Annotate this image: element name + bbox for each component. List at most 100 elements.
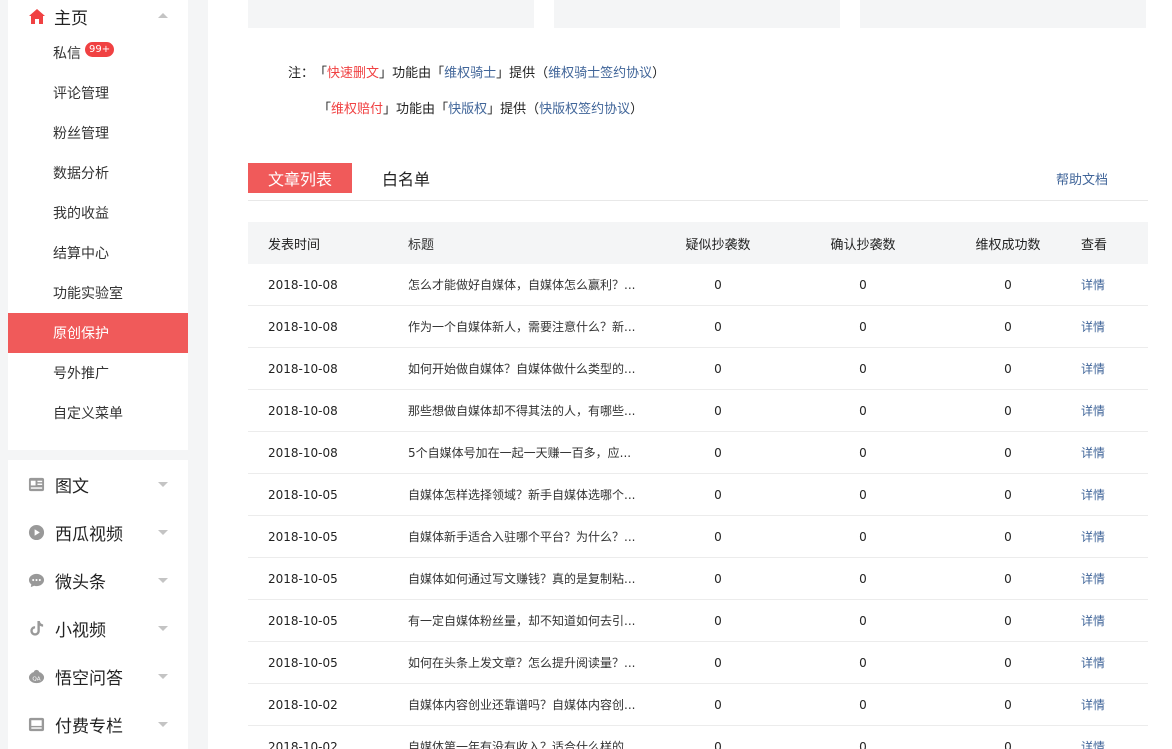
cell-success: 0 (1004, 613, 1012, 628)
sidebar-group[interactable]: 图文 (8, 460, 188, 508)
cell-suspected: 0 (714, 571, 722, 586)
cell-title: 有一定自媒体粉丝量，却不知道如何去引... (408, 614, 636, 628)
cell-date: 2018-10-05 (268, 529, 338, 544)
details-link[interactable]: 详情 (1078, 486, 1148, 503)
provider-weiquan-link[interactable]: 维权骑士 (444, 62, 496, 86)
sidebar-subitem[interactable]: 功能实验室 (8, 273, 188, 313)
table-row: 2018-10-08 作为一个自媒体新人，需要注意什么？新... 0 0 0 详情 (248, 306, 1148, 348)
note-text: 功能由 (396, 102, 436, 117)
details-link[interactable]: 详情 (1078, 570, 1148, 587)
header-view: 查看 (1081, 237, 1108, 253)
sidebar-subitem[interactable]: 粉丝管理 (8, 113, 188, 153)
details-link[interactable]: 详情 (1078, 612, 1148, 629)
cell-title: 那些想做自媒体却不得其法的人，有哪些... (408, 404, 636, 418)
help-docs-link[interactable]: 帮助文档 (1056, 163, 1108, 193)
cell-suspected: 0 (714, 739, 722, 749)
table-row: 2018-10-05 如何在头条上发文章？怎么提升阅读量？... 0 0 0 详情 (248, 642, 1148, 684)
cell-title: 自媒体内容创业还靠谱吗？自媒体内容创... (408, 698, 636, 712)
chevron-down-icon[interactable] (158, 578, 168, 583)
sidebar-subitem[interactable]: 号外推广 (8, 353, 188, 393)
details-link[interactable]: 详情 (1078, 738, 1148, 749)
cell-success: 0 (1004, 361, 1012, 376)
details-link[interactable]: 详情 (1078, 696, 1148, 713)
music-note-icon (27, 619, 45, 637)
sidebar-group[interactable]: 小视频 (8, 604, 188, 652)
bracket: 「 (435, 102, 449, 117)
sidebar-group[interactable]: QA 悟空问答 (8, 652, 188, 700)
sidebar-group[interactable]: 付费专栏 (8, 700, 188, 748)
cell-confirmed: 0 (859, 361, 867, 376)
sidebar-subitem-label: 我的收益 (53, 206, 109, 222)
tabs: 文章列表 白名单 帮助文档 (248, 163, 1148, 193)
chevron-down-icon[interactable] (158, 722, 168, 727)
table-row: 2018-10-05 自媒体如何通过写文赚钱？真的是复制粘... 0 0 0 详情 (248, 558, 1148, 600)
cell-success: 0 (1004, 529, 1012, 544)
sidebar-subitem-label: 自定义菜单 (53, 406, 123, 422)
table-row: 2018-10-05 自媒体新手适合入驻哪个平台？为什么？... 0 0 0 详情 (248, 516, 1148, 558)
cell-date: 2018-10-08 (268, 403, 338, 418)
cell-date: 2018-10-05 (268, 571, 338, 586)
cell-confirmed: 0 (859, 445, 867, 460)
sidebar-subitem[interactable]: 我的收益 (8, 193, 188, 233)
feature-quick-delete-link[interactable]: 快速删文 (327, 62, 379, 86)
chevron-down-icon[interactable] (158, 482, 168, 487)
cell-confirmed: 0 (859, 529, 867, 544)
cell-confirmed: 0 (859, 277, 867, 292)
details-link[interactable]: 详情 (1078, 444, 1148, 461)
notes: 注： 「快速删文」功能由「维权骑士」提供（维权骑士签约协议） 「维权赔付」功能由… (288, 62, 665, 122)
cell-success: 0 (1004, 445, 1012, 460)
sidebar-group-label: 图文 (55, 476, 89, 497)
chevron-down-icon[interactable] (158, 626, 168, 631)
sidebar-group-label: 西瓜视频 (55, 524, 123, 545)
details-link[interactable]: 详情 (1078, 276, 1148, 293)
cell-confirmed: 0 (859, 655, 867, 670)
table-row: 2018-10-08 那些想做自媒体却不得其法的人，有哪些... 0 0 0 详情 (248, 390, 1148, 432)
qa-icon: QA (27, 667, 45, 685)
sidebar-home-label: 主页 (54, 9, 88, 29)
sidebar-subitem[interactable]: 数据分析 (8, 153, 188, 193)
unread-badge: 99+ (85, 41, 115, 57)
sidebar-item-home[interactable]: 主页 (8, 0, 188, 33)
cell-date: 2018-10-08 (268, 277, 338, 292)
tab-article-list[interactable]: 文章列表 (248, 163, 352, 193)
header-suspected: 疑似抄袭数 (685, 237, 751, 253)
cell-suspected: 0 (714, 613, 722, 628)
details-link[interactable]: 详情 (1078, 360, 1148, 377)
cell-confirmed: 0 (859, 319, 867, 334)
sidebar-subitem-label: 数据分析 (53, 166, 109, 182)
sidebar-group[interactable]: 微头条 (8, 556, 188, 604)
sidebar-subitem[interactable]: 自定义菜单 (8, 393, 188, 433)
chevron-down-icon[interactable] (158, 530, 168, 535)
provider-kuaibanquan-link[interactable]: 快版权 (448, 98, 487, 122)
article-table: 发表时间 标题 疑似抄袭数 确认抄袭数 维权成功数 查看 2018-10-08 怎… (248, 222, 1148, 749)
sidebar-subitem-label: 评论管理 (53, 86, 109, 102)
details-link[interactable]: 详情 (1078, 528, 1148, 545)
sidebar-subitem[interactable]: 原创保护 (8, 313, 188, 353)
details-link[interactable]: 详情 (1078, 654, 1148, 671)
cell-suspected: 0 (714, 319, 722, 334)
sidebar-group[interactable]: 西瓜视频 (8, 508, 188, 556)
sidebar-subitem[interactable]: 结算中心 (8, 233, 188, 273)
chevron-up-icon[interactable] (158, 13, 168, 18)
chevron-down-icon[interactable] (158, 674, 168, 679)
cell-suspected: 0 (714, 361, 722, 376)
details-link[interactable]: 详情 (1078, 318, 1148, 335)
agreement-kuaibanquan-link[interactable]: 快版权签约协议 (539, 98, 630, 122)
note-text: 功能由 (392, 66, 432, 81)
cell-confirmed: 0 (859, 487, 867, 502)
details-link[interactable]: 详情 (1078, 402, 1148, 419)
cell-date: 2018-10-05 (268, 613, 338, 628)
table-row: 2018-10-02 自媒体内容创业还靠谱吗？自媒体内容创... 0 0 0 详情 (248, 684, 1148, 726)
cell-suspected: 0 (714, 445, 722, 460)
agreement-weiquan-link[interactable]: 维权骑士签约协议 (548, 62, 652, 86)
tab-whitelist[interactable]: 白名单 (382, 163, 430, 193)
table-row: 2018-10-02 自媒体第一年有没有收入？适合什么样的... 0 0 0 详情 (248, 726, 1148, 749)
sidebar: 主页 私信 99+ 评论管理粉丝管理数据分析我的收益结算中心 功能实验室 原创保护 号外推… (8, 0, 188, 749)
sidebar-home-card: 主页 私信 99+ 评论管理粉丝管理数据分析我的收益结算中心 功能实验室 原创保护 号外推… (8, 0, 188, 450)
sidebar-subitem[interactable]: 私信 99+ (8, 33, 188, 73)
divider (248, 200, 1148, 201)
sidebar-subitem[interactable]: 评论管理 (8, 73, 188, 113)
feature-compensation-link[interactable]: 维权赔付 (331, 98, 383, 122)
cell-success: 0 (1004, 319, 1012, 334)
cell-confirmed: 0 (859, 697, 867, 712)
